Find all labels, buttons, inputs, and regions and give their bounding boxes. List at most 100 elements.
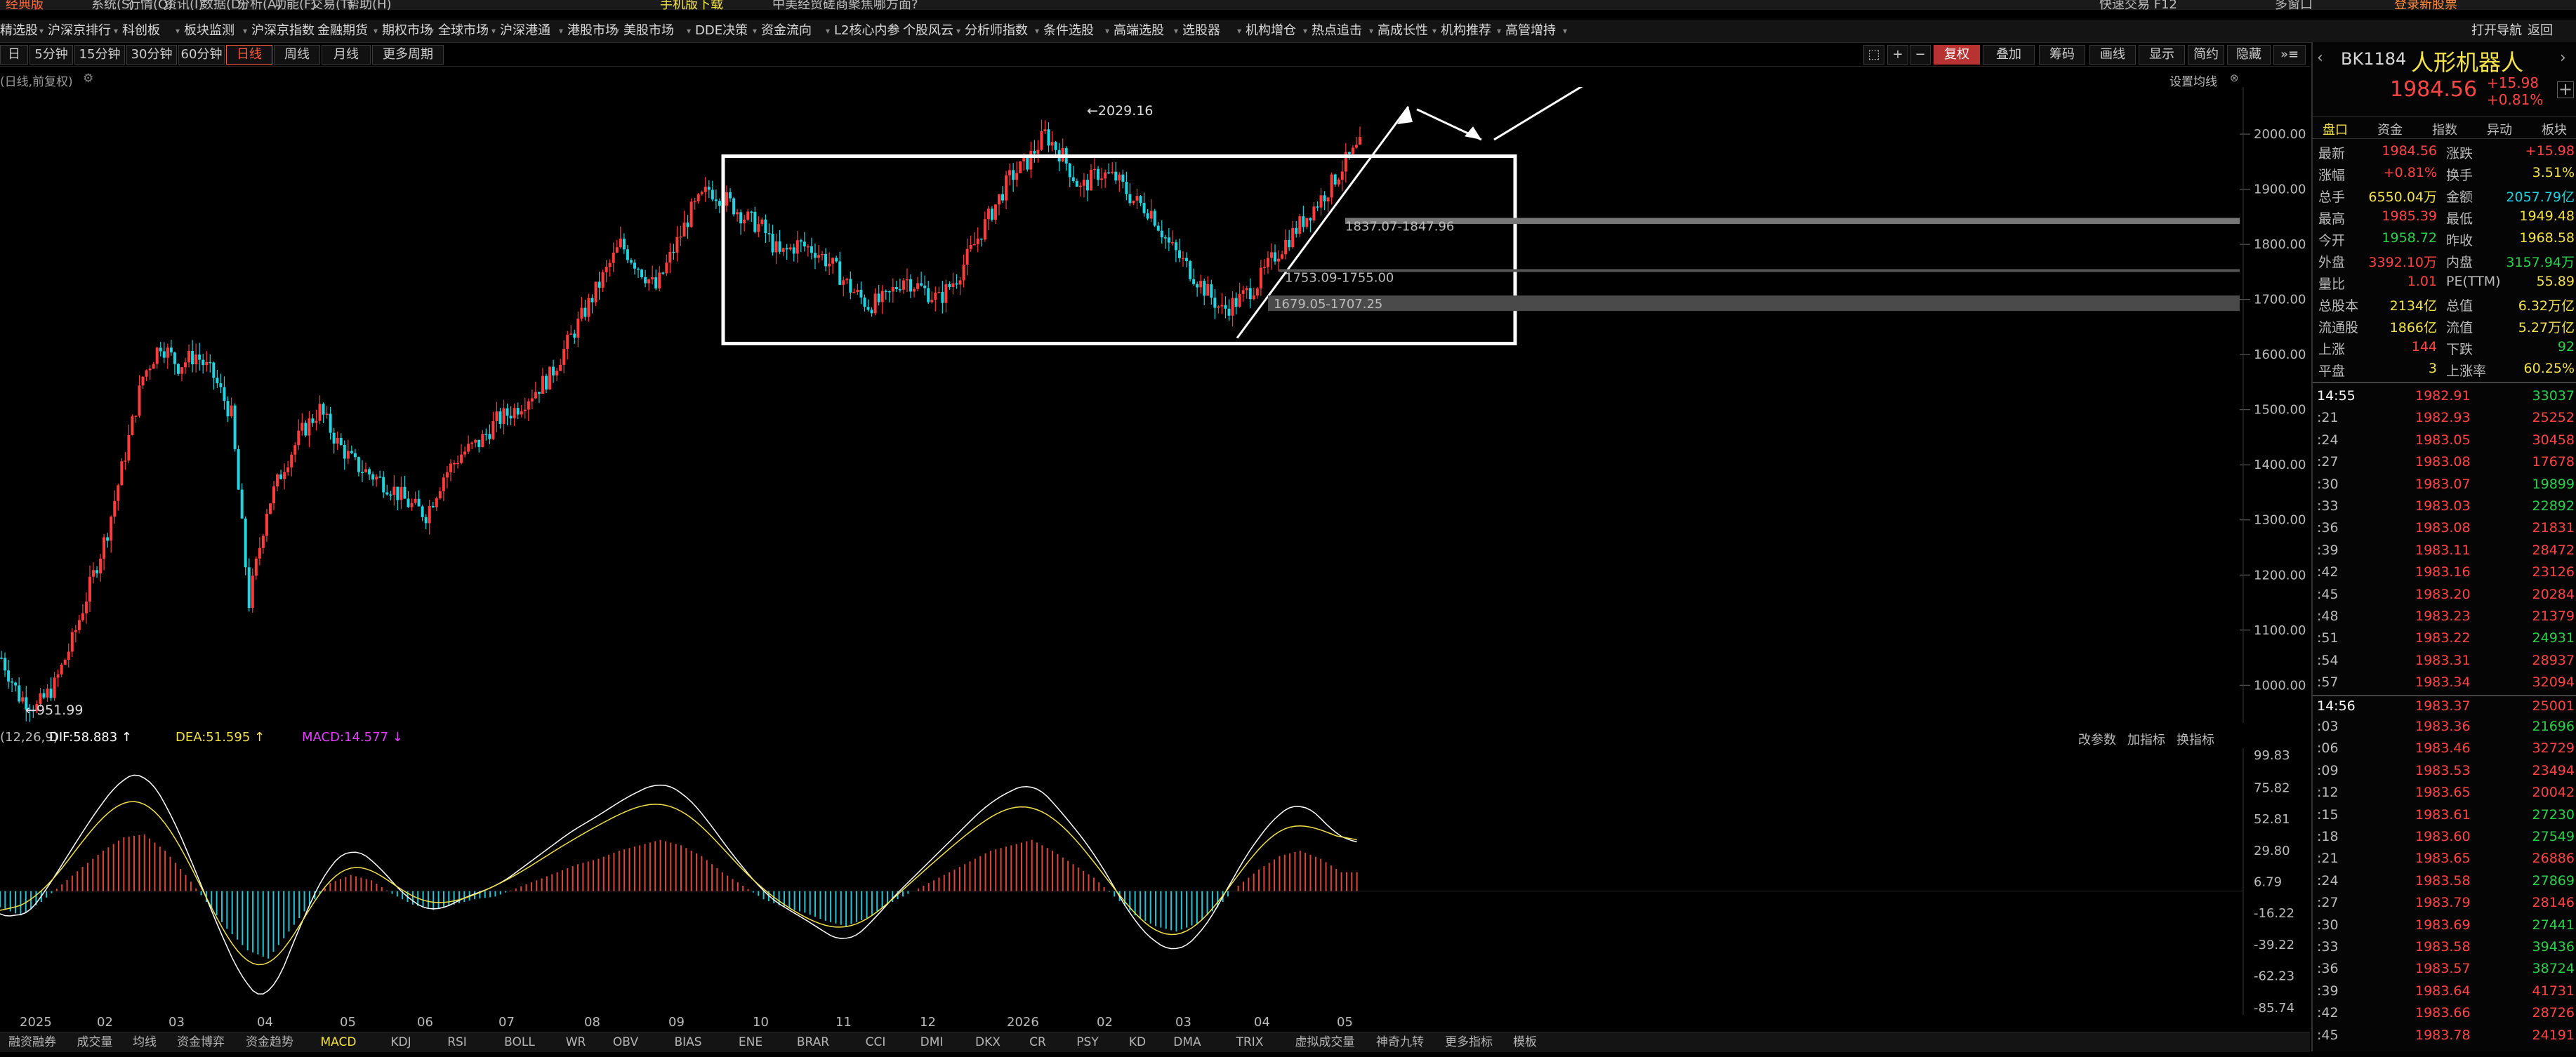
- indicator-tab-21[interactable]: TRIX: [1217, 1032, 1282, 1052]
- nav-item[interactable]: 全球市场: [438, 20, 489, 42]
- shortcut-button[interactable]: 快速交易 F12: [2099, 0, 2177, 10]
- collapse-left-icon[interactable]: ‹: [2317, 49, 2323, 67]
- nav-item[interactable]: 个股风云: [903, 20, 953, 42]
- indicator-tab-3[interactable]: 资金博弈: [169, 1032, 233, 1052]
- indicator-tab-13[interactable]: BRAR: [781, 1032, 845, 1052]
- nav-item[interactable]: 分析师指数: [965, 20, 1028, 42]
- app-name[interactable]: 经典版: [6, 0, 44, 10]
- indicator-tab-11[interactable]: BIAS: [656, 1032, 720, 1052]
- indicator-tab-2[interactable]: 均线: [125, 1032, 164, 1052]
- toolbar-button-1[interactable]: 叠加: [1983, 45, 2035, 65]
- add-watch-icon[interactable]: +: [2557, 81, 2574, 98]
- nav-item[interactable]: 沪深京排行: [48, 20, 111, 42]
- add-indicator-button[interactable]: 加指标: [2127, 730, 2165, 748]
- nav-item[interactable]: 选股器: [1182, 20, 1220, 42]
- toolbar-button-2[interactable]: 筹码: [2039, 45, 2085, 65]
- indicator-tab-10[interactable]: OBV: [600, 1032, 652, 1052]
- nav-item[interactable]: 期权市场: [382, 20, 432, 42]
- indicator-tab-4[interactable]: 资金趋势: [237, 1032, 302, 1052]
- open-nav-button[interactable]: 打开导航: [2471, 20, 2522, 42]
- indicator-tab-24[interactable]: 更多指标: [1436, 1032, 1501, 1052]
- nav-item[interactable]: 板块监测: [184, 20, 235, 42]
- nav-item[interactable]: 资金流向: [761, 20, 812, 42]
- nav-item[interactable]: L2核心内参: [834, 20, 899, 42]
- nav-item[interactable]: 高端选股: [1114, 20, 1164, 42]
- nav-item[interactable]: 高成长性: [1378, 20, 1428, 42]
- login-button[interactable]: 登录新股票: [2394, 0, 2457, 10]
- toolbar-button-3[interactable]: 画线: [2089, 45, 2136, 65]
- indicator-tab-18[interactable]: PSY: [1062, 1032, 1114, 1052]
- promo-link[interactable]: 中美经贸磋商聚焦哪方面?: [772, 0, 918, 10]
- lock-icon[interactable]: ⬚: [1863, 45, 1884, 65]
- panel-tab-3[interactable]: 异动: [2487, 120, 2512, 138]
- switch-indicator-button[interactable]: 换指标: [2177, 730, 2214, 748]
- chevron-down-icon: ▾: [894, 26, 899, 36]
- indicator-tab-17[interactable]: CR: [1018, 1032, 1057, 1052]
- nav-item[interactable]: 美股市场: [623, 20, 674, 42]
- period-6[interactable]: 周线: [274, 45, 320, 65]
- nav-item[interactable]: 沪深港通: [500, 20, 550, 42]
- nav-item[interactable]: 港股市场: [567, 20, 618, 42]
- toolbar-button-6[interactable]: 隐藏: [2227, 45, 2271, 65]
- y-tick-label: 1700.00: [2254, 293, 2306, 307]
- candle-body: [824, 253, 828, 267]
- indicator-tab-6[interactable]: KDJ: [375, 1032, 427, 1052]
- panel-tab-0[interactable]: 盘口: [2323, 120, 2348, 138]
- fast-forward-icon[interactable]: »≡: [2273, 45, 2306, 65]
- multi-window-button[interactable]: 多窗口: [2275, 0, 2313, 10]
- indicator-tab-14[interactable]: CCI: [850, 1032, 901, 1052]
- nav-item[interactable]: 条件选股: [1043, 20, 1094, 42]
- indicator-tab-23[interactable]: 神奇九转: [1368, 1032, 1432, 1052]
- period-5[interactable]: 日线: [226, 45, 272, 65]
- indicator-tab-12[interactable]: ENE: [725, 1032, 777, 1052]
- indicator-tab-19[interactable]: KD: [1118, 1032, 1157, 1052]
- nav-item[interactable]: 科创板: [122, 20, 160, 42]
- nav-item[interactable]: 机构推荐: [1441, 20, 1491, 42]
- download-link[interactable]: 手机版下载: [660, 0, 723, 10]
- top-menu-item[interactable]: 资讯(I): [164, 0, 203, 10]
- indicator-tab-8[interactable]: BOLL: [487, 1032, 552, 1052]
- candle-body: [516, 408, 520, 415]
- period-0[interactable]: 日: [0, 45, 28, 65]
- indicator-tab-5[interactable]: MACD: [306, 1032, 371, 1052]
- panel-tab-1[interactable]: 资金: [2377, 120, 2403, 138]
- toolbar-button-5[interactable]: 简约: [2188, 45, 2224, 65]
- panel-tab-4[interactable]: 板块: [2542, 120, 2567, 138]
- indicator-tab-16[interactable]: DKX: [962, 1032, 1014, 1052]
- panel-tab-2[interactable]: 指数: [2432, 120, 2457, 138]
- zoom-out-button[interactable]: −: [1910, 45, 1931, 65]
- indicator-tab-9[interactable]: WR: [556, 1032, 595, 1052]
- candlestick-chart[interactable]: 2000.00 1900.00 1800.00 1700.00 1600.00 1500.…: [0, 87, 2310, 723]
- period-7[interactable]: 月线: [322, 45, 371, 65]
- nav-item[interactable]: 高管增持: [1505, 20, 1556, 42]
- indicator-tab-25[interactable]: 模板: [1505, 1032, 1545, 1052]
- period-3[interactable]: 30分钟: [126, 45, 177, 65]
- macd-value-label: MACD:14.577 ↓: [302, 730, 403, 745]
- nav-item[interactable]: DDE决策: [695, 20, 748, 42]
- indicator-tab-22[interactable]: 虚拟成交量: [1286, 1032, 1363, 1052]
- toolbar-button-0[interactable]: 复权: [1934, 45, 1980, 65]
- change-params-button[interactable]: 改参数: [2078, 730, 2116, 748]
- nav-item[interactable]: 沪深京指数: [251, 20, 315, 42]
- period-8[interactable]: 更多周期: [372, 45, 444, 65]
- indicator-tab-15[interactable]: DMI: [906, 1032, 958, 1052]
- expand-right-icon[interactable]: ›: [2560, 49, 2566, 67]
- back-button[interactable]: 返回: [2528, 20, 2553, 42]
- indicator-tab-0[interactable]: 融资融券: [0, 1032, 65, 1052]
- period-1[interactable]: 5分钟: [29, 45, 73, 65]
- candle-body: [1177, 250, 1181, 258]
- period-2[interactable]: 15分钟: [74, 45, 125, 65]
- indicator-tab-7[interactable]: RSI: [431, 1032, 483, 1052]
- macd-chart[interactable]: 99.83 75.82 52.81 29.80 6.79 -16.22 -39.22 -62.…: [0, 748, 2310, 1015]
- indicator-tab-1[interactable]: 成交量: [69, 1032, 121, 1052]
- indicator-tab-20[interactable]: DMA: [1161, 1032, 1213, 1052]
- period-4[interactable]: 60分钟: [178, 45, 225, 65]
- toolbar-button-4[interactable]: 显示: [2139, 45, 2185, 65]
- top-menu-item[interactable]: 帮助(H): [347, 0, 392, 10]
- zoom-in-button[interactable]: +: [1887, 45, 1908, 65]
- nav-item[interactable]: 金融期货: [317, 20, 368, 42]
- gear-icon[interactable]: ⚙: [83, 72, 93, 86]
- nav-item[interactable]: 精选股: [0, 20, 38, 42]
- nav-item[interactable]: 热点追击: [1312, 20, 1362, 42]
- nav-item[interactable]: 机构增仓: [1246, 20, 1296, 42]
